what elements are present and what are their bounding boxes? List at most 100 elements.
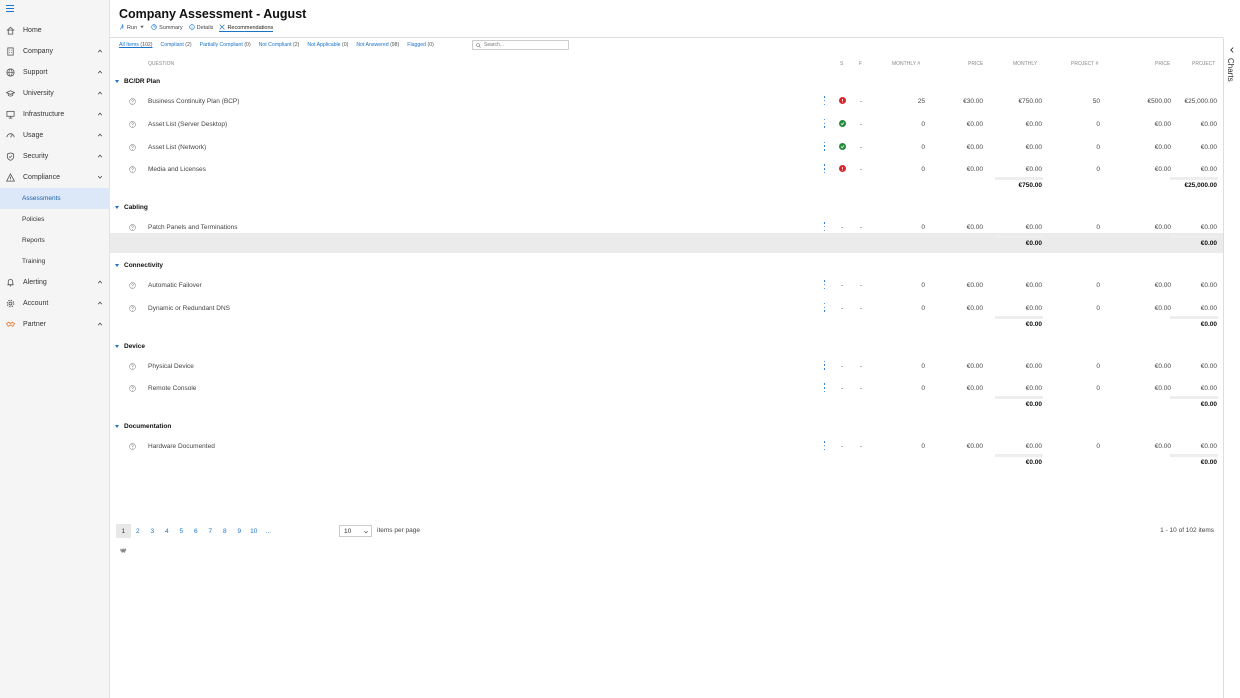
sidebar-subitem-reports[interactable]: Reports (0, 230, 110, 251)
group-header-documentation[interactable]: Documentation (115, 423, 171, 430)
col-project-price[interactable]: Price (1155, 61, 1170, 67)
sidebar-item-partner[interactable]: Partner (0, 314, 110, 335)
col-question[interactable]: Question (148, 61, 174, 67)
filter-not-compliant[interactable]: Not Compliant (2) (259, 42, 300, 48)
tab-run[interactable]: Run (119, 24, 145, 32)
caret-down-icon[interactable] (115, 425, 119, 429)
page-5-button[interactable]: 5 (174, 524, 189, 538)
search-box[interactable] (472, 40, 569, 50)
group-header-bc-dr-plan[interactable]: BC/DR Plan (115, 78, 160, 85)
question-help-icon[interactable] (129, 98, 136, 105)
row-menu-icon[interactable] (823, 222, 826, 232)
question-text[interactable]: Business Continuity Plan (BCP) (148, 98, 239, 105)
sidebar-item-university[interactable]: University (0, 83, 110, 104)
sidebar-item-usage[interactable]: Usage (0, 125, 110, 146)
page-1-button[interactable]: 1 (116, 524, 131, 538)
sidebar-subitem-assessments[interactable]: Assessments (0, 188, 110, 209)
group-header-connectivity[interactable]: Connectivity (115, 262, 163, 269)
page-2-button[interactable]: 2 (131, 524, 146, 538)
col-monthly-price[interactable]: Price (968, 61, 983, 67)
question-help-icon[interactable] (129, 385, 136, 393)
question-help-icon[interactable] (129, 282, 136, 289)
sidebar-item-company[interactable]: Company (0, 41, 110, 62)
group-header-device[interactable]: Device (115, 343, 145, 350)
tab-recommendations[interactable]: Recommendations (219, 23, 274, 32)
sidebar-item-support[interactable]: Support (0, 62, 110, 83)
question-help-icon[interactable] (129, 166, 136, 174)
hamburger-menu-icon[interactable] (6, 5, 14, 13)
group-header-cabling[interactable]: Cabling (115, 204, 148, 211)
sidebar-item-home[interactable]: Home (0, 20, 110, 41)
row-menu-icon[interactable] (823, 280, 826, 289)
sidebar-item-account[interactable]: Account (0, 293, 110, 314)
row-menu-icon[interactable] (823, 164, 826, 174)
filter-not-applicable[interactable]: Not Applicable (0) (307, 42, 348, 48)
sidebar-item-alerting[interactable]: Alerting (0, 272, 110, 293)
sidebar-item-security[interactable]: Security (0, 146, 110, 167)
sidebar-subitem-training[interactable]: Training (0, 251, 110, 272)
col-project[interactable]: Project (1192, 61, 1215, 67)
col-monthly-qty[interactable]: Monthly # (892, 61, 920, 67)
tab-details[interactable]: Details (188, 24, 213, 32)
caret-down-icon[interactable] (115, 80, 119, 83)
search-input[interactable] (484, 42, 564, 48)
question-text[interactable]: Asset List (Server Desktop) (148, 121, 227, 128)
chevron-up-icon[interactable] (97, 48, 103, 54)
question-help-icon[interactable] (129, 305, 136, 312)
caret-down-icon[interactable] (115, 264, 119, 267)
tab-summary[interactable]: Summary (151, 24, 183, 32)
sidebar-subitem-policies[interactable]: Policies (0, 209, 110, 230)
filter-all-items[interactable]: All Items (102) (119, 42, 152, 48)
page-4-button[interactable]: 4 (160, 524, 175, 538)
chevron-up-icon[interactable] (97, 300, 103, 306)
chevron-up-icon[interactable] (97, 279, 103, 285)
question-help-icon[interactable] (129, 224, 136, 231)
row-menu-icon[interactable] (823, 118, 826, 128)
filter-partially-compliant[interactable]: Partially Compliant (0) (200, 42, 251, 48)
caret-down-icon[interactable] (115, 206, 119, 210)
page-10-button[interactable]: 10 (247, 524, 262, 538)
row-menu-icon[interactable] (823, 96, 826, 105)
row-menu-icon[interactable] (823, 360, 826, 370)
page-6-button[interactable]: 6 (189, 524, 204, 538)
chevron-up-icon[interactable] (97, 321, 103, 327)
row-menu-icon[interactable] (823, 302, 826, 312)
sidebar-item-infrastructure[interactable]: Infrastructure (0, 104, 110, 125)
chevron-up-icon[interactable] (97, 69, 103, 75)
charts-panel-toggle[interactable]: Charts (1223, 38, 1240, 698)
col-s[interactable]: S (840, 61, 843, 67)
page-8-button[interactable]: 8 (218, 524, 233, 538)
col-monthly[interactable]: Monthly (1013, 61, 1037, 67)
filter-flagged[interactable]: Flagged (0) (407, 42, 434, 48)
question-text[interactable]: Media and Licenses (148, 166, 206, 173)
col-f[interactable]: F (859, 61, 862, 67)
caret-down-icon[interactable] (115, 344, 119, 348)
row-menu-icon[interactable] (823, 441, 826, 451)
chevron-up-icon[interactable] (97, 132, 103, 138)
chevron-down-icon[interactable] (97, 174, 103, 180)
question-text[interactable]: Remote Console (148, 385, 196, 392)
question-help-icon[interactable] (129, 121, 136, 128)
page-more-button[interactable]: ... (261, 524, 276, 538)
col-project-qty[interactable]: Project # (1071, 61, 1098, 67)
filter-not-answered[interactable]: Not Answered (98) (356, 42, 399, 48)
chevron-up-icon[interactable] (97, 90, 103, 96)
page-9-button[interactable]: 9 (232, 524, 247, 538)
question-text[interactable]: Physical Device (148, 363, 194, 370)
last-page-button[interactable]: ⏭ (116, 544, 131, 558)
page-7-button[interactable]: 7 (203, 524, 218, 538)
sidebar-item-compliance[interactable]: Compliance (0, 167, 110, 188)
row-menu-icon[interactable] (823, 141, 826, 151)
question-text[interactable]: Dynamic or Redundant DNS (148, 305, 230, 312)
page-3-button[interactable]: 3 (145, 524, 160, 538)
chevron-up-icon[interactable] (97, 111, 103, 117)
row-menu-icon[interactable] (823, 383, 826, 393)
chevron-up-icon[interactable] (97, 153, 103, 159)
question-text[interactable]: Patch Panels and Terminations (148, 224, 238, 231)
question-text[interactable]: Hardware Documented (148, 443, 215, 450)
question-help-icon[interactable] (129, 362, 136, 370)
items-per-page-select[interactable]: 10 (339, 525, 372, 537)
filter-compliant[interactable]: Compliant (2) (160, 42, 191, 48)
question-text[interactable]: Automatic Failover (148, 282, 202, 289)
chevron-left-icon[interactable] (1229, 47, 1235, 53)
